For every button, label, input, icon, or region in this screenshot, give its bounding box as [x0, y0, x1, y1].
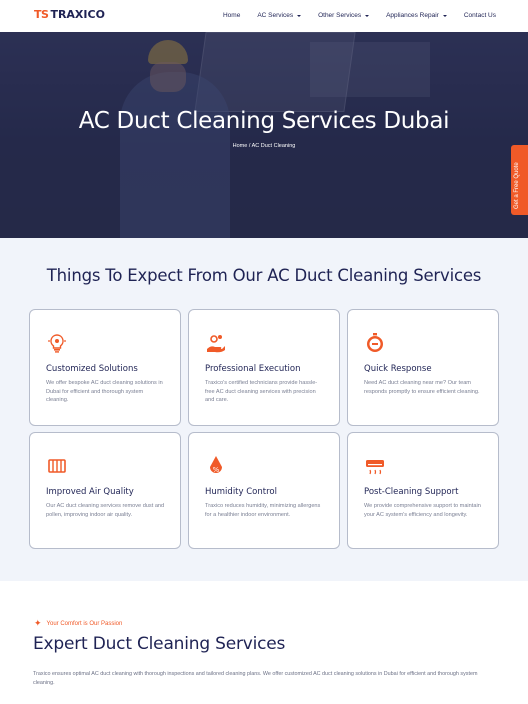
feature-title: Humidity Control [205, 487, 277, 497]
feature-desc: Traxico's certified technicians provide … [205, 380, 318, 404]
nav-other-services[interactable]: Other Services [318, 12, 370, 19]
chevron-down-icon [365, 14, 370, 17]
feature-desc: Need AC duct cleaning near me? Our team … [364, 380, 480, 395]
nav-ac-services[interactable]: AC Services [257, 12, 302, 19]
nav-home[interactable]: Home [223, 12, 240, 19]
tagline-text: Your Comfort is Our Passion [46, 620, 123, 627]
lightbulb-gear-icon [48, 334, 66, 353]
humidity-drop-icon: % [210, 456, 222, 474]
svg-text:%: % [213, 466, 220, 474]
features-title: Things To Expect From Our AC Duct Cleani… [46, 266, 482, 285]
breadcrumb[interactable]: Home / AC Duct Cleaning [0, 143, 528, 149]
feature-card: Quick Response Need AC duct cleaning nea… [347, 309, 499, 426]
stopwatch-icon [367, 333, 383, 352]
main-nav: Home AC Services Other Services Applianc… [206, 12, 496, 19]
nav-appliances-repair[interactable]: Appliances Repair [386, 12, 447, 19]
hero-banner: AC Duct Cleaning Services Dubai Home / A… [0, 32, 528, 238]
logo-text: TRAXICO [50, 8, 105, 21]
features-section: Things To Expect From Our AC Duct Cleani… [0, 238, 528, 581]
feature-desc: We offer bespoke AC duct cleaning soluti… [46, 380, 163, 404]
feature-desc: Our AC duct cleaning services remove dus… [46, 503, 165, 518]
nav-other-services-label: Other Services [318, 12, 362, 19]
free-quote-tab[interactable]: Get a Free Quote [511, 145, 528, 215]
chevron-down-icon [442, 14, 447, 17]
site-header: TS TRAXICO Home AC Services Other Servic… [0, 0, 528, 32]
feature-desc: We provide comprehensive support to main… [364, 503, 481, 518]
expert-title: Expert Duct Cleaning Services [33, 634, 286, 654]
feature-desc: Traxico reduces humidity, minimizing all… [205, 503, 321, 518]
feature-title: Improved Air Quality [46, 487, 134, 497]
section-tagline: ✦ Your Comfort is Our Passion [34, 619, 122, 628]
feature-card: Improved Air Quality Our AC duct cleanin… [29, 432, 181, 549]
logo-mark: TS [34, 8, 49, 21]
logo[interactable]: TS TRAXICO [34, 8, 105, 21]
chevron-down-icon [297, 14, 302, 17]
nav-home-label: Home [222, 12, 241, 19]
nav-contact-us[interactable]: Contact Us [464, 12, 496, 19]
hero-overlay [0, 32, 528, 238]
feature-title: Customized Solutions [46, 364, 138, 374]
nav-appliances-repair-label: Appliances Repair [386, 12, 439, 19]
hand-gears-icon [207, 335, 225, 353]
feature-card: Professional Execution Traxico's certifi… [188, 309, 340, 426]
air-filter-icon [48, 459, 66, 473]
feature-title: Professional Execution [205, 364, 301, 374]
feature-title: Post-Cleaning Support [364, 487, 459, 497]
feature-card: % Humidity Control Traxico reduces humid… [188, 432, 340, 549]
feature-card: Post-Cleaning Support We provide compreh… [347, 432, 499, 549]
expert-desc: Traxico ensures optimal AC duct cleaning… [33, 671, 478, 686]
page-title: AC Duct Cleaning Services Dubai [78, 108, 450, 134]
feature-card: Customized Solutions We offer bespoke AC… [29, 309, 181, 426]
feature-title: Quick Response [364, 364, 432, 374]
nav-contact-us-label: Contact Us [463, 12, 496, 19]
free-quote-label: Get a Free Quote [514, 162, 520, 209]
sparkle-icon: ✦ [34, 618, 42, 628]
nav-ac-services-label: AC Services [257, 12, 294, 19]
air-conditioner-icon [366, 460, 384, 475]
